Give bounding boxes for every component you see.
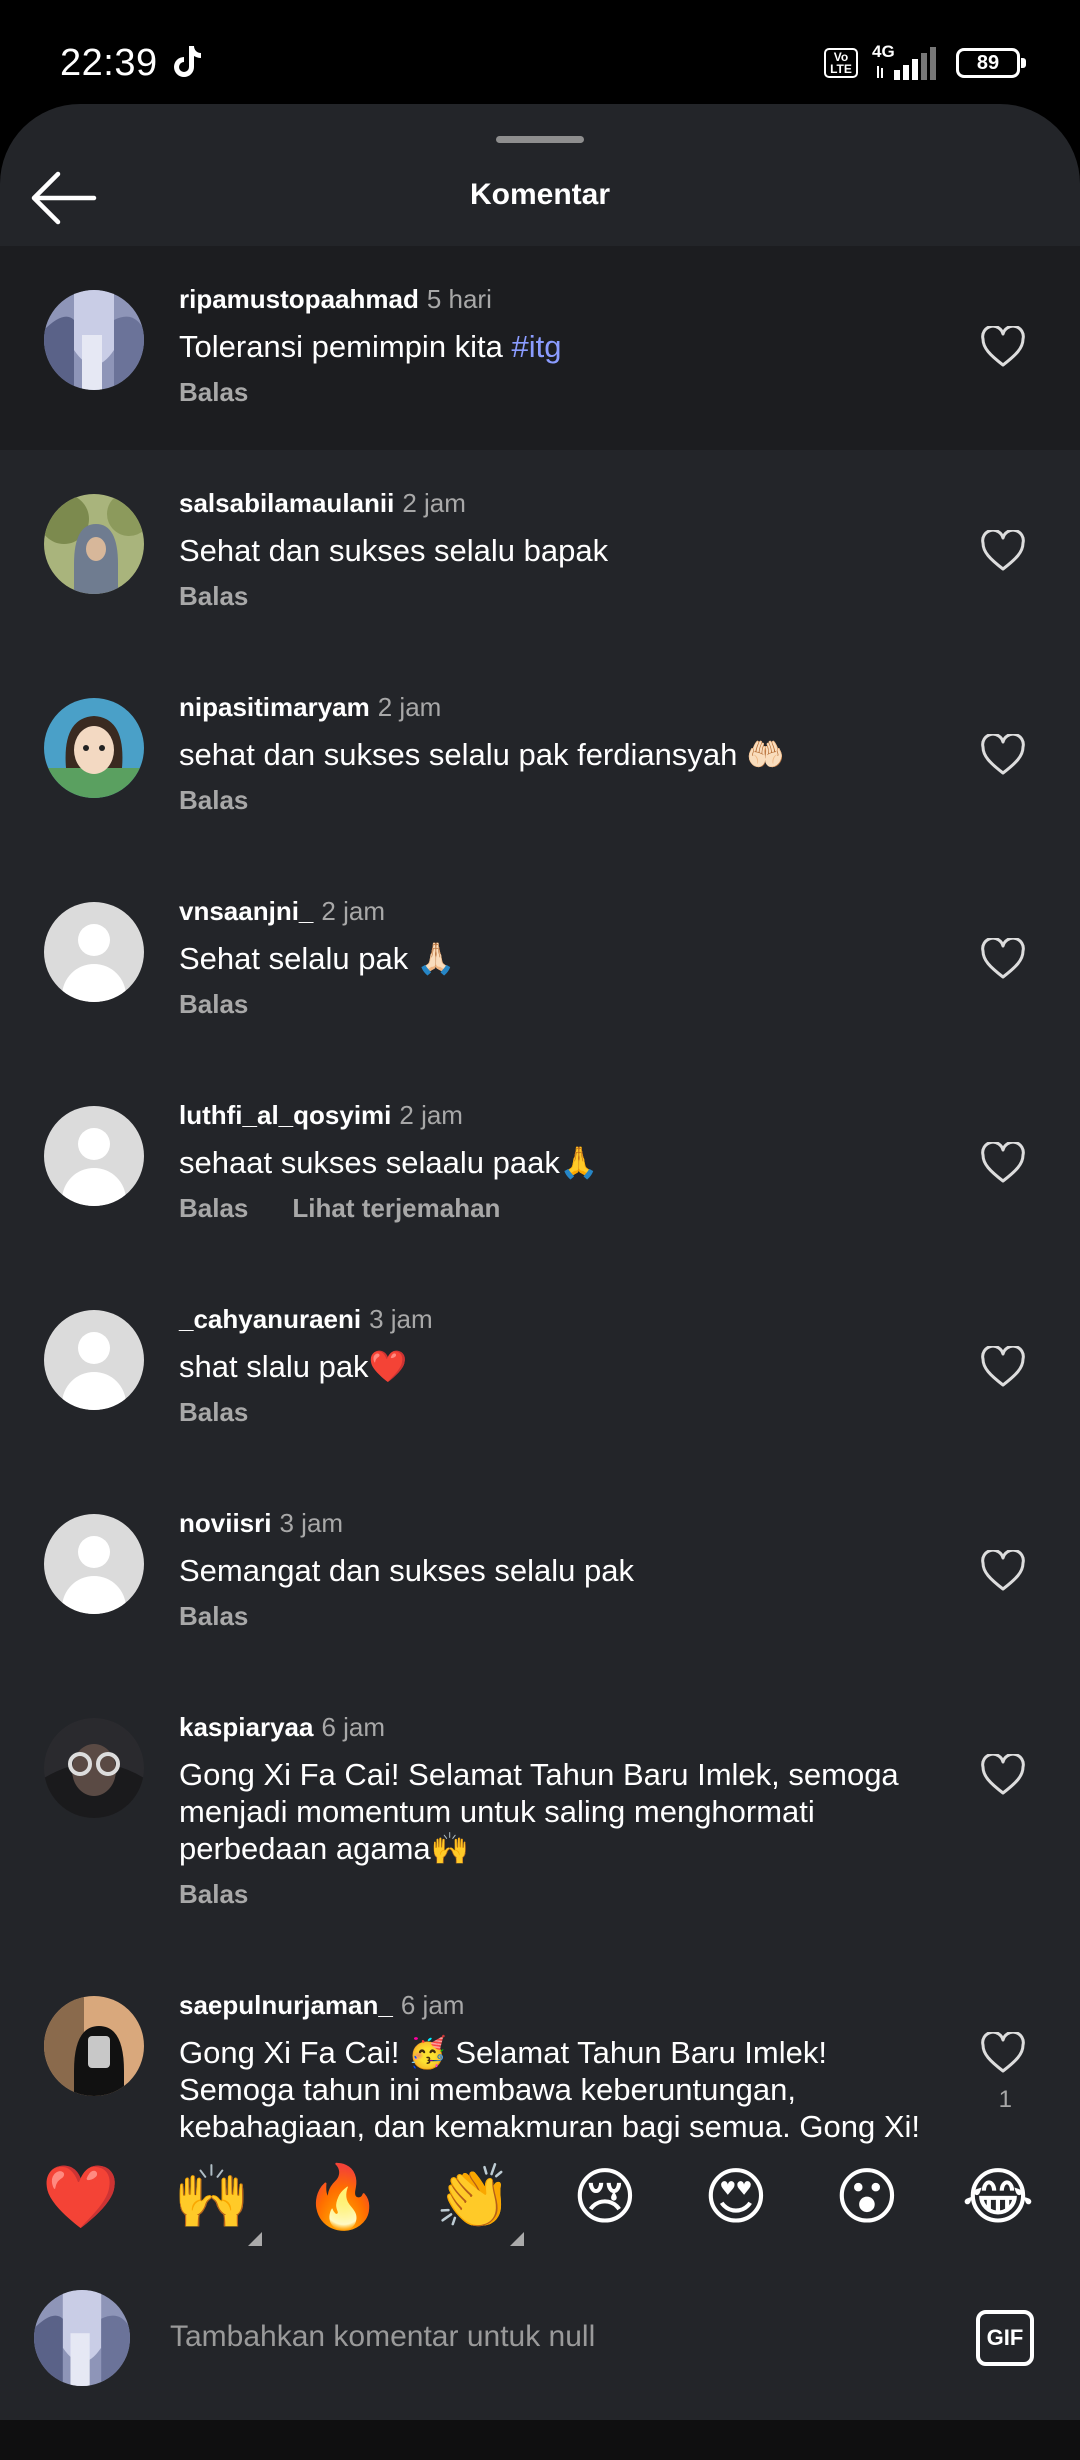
- comment-username[interactable]: salsabilamaulanii: [179, 488, 394, 518]
- comment-item: _cahyanuraeni 3 jam shat slalu pak❤️ Bala…: [0, 1266, 1080, 1470]
- comment-time: 5 hari: [426, 284, 492, 314]
- heart-icon[interactable]: [980, 1142, 1026, 1184]
- comment-item: nipasitimaryam 2 jam sehat dan sukses sel…: [0, 654, 1080, 858]
- comment-item: ripamustopaahmad 5 hari Toleransi pemimpi…: [0, 246, 1080, 450]
- volte-icon: Vo LTE: [824, 48, 858, 78]
- reply-button[interactable]: Balas: [179, 785, 248, 815]
- comment-text: Gong Xi Fa Cai! Selamat Tahun Baru Imlek…: [179, 1757, 899, 1866]
- quick-reaction-bar: ❤️ 🙌 🔥 👏 😢 😍 😮 😂: [0, 2144, 1080, 2254]
- comment-time: 2 jam: [399, 1100, 463, 1130]
- sheet-header: Komentar: [0, 148, 1080, 248]
- drag-handle[interactable]: [496, 136, 584, 143]
- reaction-sad[interactable]: 😢: [560, 2158, 650, 2238]
- comment-item: luthfi_al_qosyimi 2 jam sehaat sukses sel…: [0, 1062, 1080, 1266]
- comment-time: 6 jam: [321, 1712, 386, 1742]
- comment-time: 2 jam: [377, 692, 442, 722]
- status-icons: Vo LTE 4G 89: [824, 42, 1026, 80]
- comment-time: 6 jam: [400, 1990, 465, 2020]
- status-bar: 22:39 Vo LTE 4G 89: [0, 0, 1080, 110]
- variant-indicator-icon: [510, 2232, 524, 2246]
- comment-item: saepulnurjaman_ 6 jam Gong Xi Fa Cai! 🥳 S…: [0, 1952, 1080, 2164]
- reply-button[interactable]: Balas: [179, 1879, 248, 1909]
- comment-item: salsabilamaulanii 2 jam Sehat dan sukses …: [0, 450, 1080, 654]
- comment-input[interactable]: Tambahkan komentar untuk null: [170, 2320, 595, 2354]
- default-avatar[interactable]: [44, 902, 144, 1002]
- page-title: Komentar: [469, 178, 611, 211]
- reaction-heart-eyes[interactable]: 😍: [691, 2158, 781, 2238]
- avatar[interactable]: [44, 1718, 144, 1818]
- comment-item: noviisri 3 jam Semangat dan sukses selalu…: [0, 1470, 1080, 1674]
- comment-username[interactable]: _cahyanuraeni: [179, 1304, 361, 1334]
- see-translation-button[interactable]: Lihat terjemahan: [292, 1193, 500, 1223]
- signal-icon: 4G: [872, 42, 942, 80]
- comment-text: Sehat dan sukses selalu bapak: [179, 533, 609, 568]
- heart-icon[interactable]: [980, 1346, 1026, 1388]
- reply-button[interactable]: Balas: [179, 581, 248, 611]
- comment-item: vnsaanjni_ 2 jam Sehat selalu pak 🙏🏻 Bala…: [0, 858, 1080, 1062]
- reaction-heart[interactable]: ❤️: [36, 2158, 126, 2238]
- comment-text: sehaat sukses selaalu paak🙏: [179, 1145, 599, 1180]
- hashtag-link[interactable]: #itg: [512, 329, 562, 364]
- reply-button[interactable]: Balas: [179, 1397, 248, 1427]
- avatar[interactable]: [44, 494, 144, 594]
- comment-composer: Tambahkan komentar untuk null GIF: [0, 2268, 1080, 2388]
- reaction-clap[interactable]: 👏: [429, 2158, 519, 2238]
- default-avatar[interactable]: [44, 1310, 144, 1410]
- comment-time: 2 jam: [321, 896, 385, 926]
- reply-button[interactable]: Balas: [179, 377, 248, 407]
- comment-text: Sehat selalu pak 🙏🏻: [179, 941, 456, 976]
- comment-username[interactable]: kaspiaryaa: [179, 1712, 313, 1742]
- comment-username[interactable]: saepulnurjaman_: [179, 1990, 393, 2020]
- comment-username[interactable]: nipasitimaryam: [179, 692, 370, 722]
- reaction-raised-hands[interactable]: 🙌: [167, 2158, 257, 2238]
- comment-time: 2 jam: [402, 488, 466, 518]
- heart-icon[interactable]: [980, 734, 1026, 776]
- comment-text: Semangat dan sukses selalu pak: [179, 1553, 634, 1588]
- like-count: 1: [998, 2086, 1012, 2113]
- reaction-laugh[interactable]: 😂: [953, 2158, 1043, 2238]
- avatar[interactable]: [44, 698, 144, 798]
- heart-icon[interactable]: [980, 326, 1026, 368]
- comment-time: 3 jam: [279, 1508, 344, 1538]
- heart-icon[interactable]: [980, 938, 1026, 980]
- comment-list[interactable]: ripamustopaahmad 5 hari Toleransi pemimpi…: [0, 246, 1080, 2164]
- reply-button[interactable]: Balas: [179, 989, 248, 1019]
- default-avatar[interactable]: [44, 1514, 144, 1614]
- reply-button[interactable]: Balas: [179, 1601, 248, 1631]
- reply-button[interactable]: Balas: [179, 1193, 248, 1223]
- system-nav-bar: [0, 2420, 1080, 2460]
- heart-icon[interactable]: [980, 1754, 1026, 1796]
- comment-username[interactable]: luthfi_al_qosyimi: [179, 1100, 391, 1130]
- comment-text: Toleransi pemimpin kita #itg: [179, 329, 562, 364]
- variant-indicator-icon: [248, 2232, 262, 2246]
- avatar: [34, 2290, 130, 2386]
- comment-username[interactable]: vnsaanjni_: [179, 896, 313, 926]
- battery-icon: 89: [956, 48, 1026, 78]
- comment-time: 3 jam: [369, 1304, 433, 1334]
- status-time: 22:39: [60, 42, 158, 84]
- heart-icon[interactable]: [980, 2032, 1026, 2074]
- reaction-wow[interactable]: 😮: [822, 2158, 912, 2238]
- comment-username[interactable]: ripamustopaahmad: [179, 284, 419, 314]
- default-avatar[interactable]: [44, 1106, 144, 1206]
- heart-icon[interactable]: [980, 530, 1026, 572]
- comments-sheet: Komentar ripamustopaahmad 5 hari Tolerans…: [0, 104, 1080, 2420]
- heart-icon[interactable]: [980, 1550, 1026, 1592]
- gif-button[interactable]: GIF: [976, 2310, 1034, 2366]
- comment-text: shat slalu pak❤️: [179, 1349, 408, 1384]
- reaction-fire[interactable]: 🔥: [298, 2158, 388, 2238]
- comment-username[interactable]: noviisri: [179, 1508, 271, 1538]
- avatar[interactable]: [44, 1996, 144, 2096]
- tiktok-icon: [174, 46, 201, 77]
- comment-text: sehat dan sukses selalu pak ferdiansyah …: [179, 737, 785, 772]
- comment-item: kaspiaryaa 6 jam Gong Xi Fa Cai! Selamat …: [0, 1674, 1080, 1952]
- avatar[interactable]: [44, 290, 144, 390]
